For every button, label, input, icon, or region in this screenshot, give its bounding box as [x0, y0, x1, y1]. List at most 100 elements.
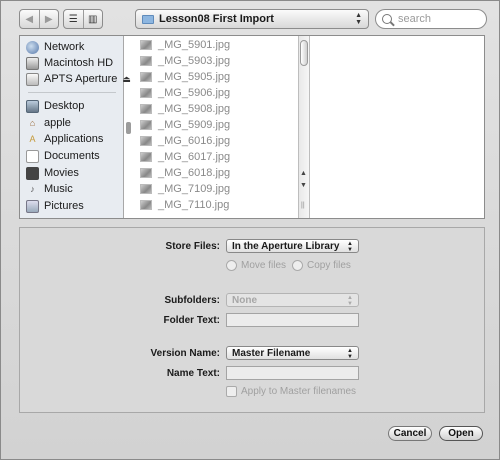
image-thumbnail-icon — [140, 72, 152, 82]
back-arrow-icon: ◀ — [25, 13, 34, 25]
list-item[interactable]: _MG_6018.jpg — [140, 165, 230, 181]
image-thumbnail-icon — [140, 168, 152, 178]
checkbox-icon — [226, 386, 237, 397]
file-name: _MG_5905.jpg — [158, 71, 231, 83]
scrollbar-thumb[interactable] — [300, 40, 308, 66]
sidebar-item-desktop[interactable]: Desktop — [26, 98, 84, 114]
copy-files-radio[interactable]: Copy files — [292, 260, 351, 271]
file-name: _MG_6018.jpg — [158, 167, 231, 179]
file-name: _MG_5909.jpg — [158, 119, 231, 131]
version-name-value: Master Filename — [232, 347, 311, 359]
sidebar-item-apple[interactable]: ⌂ apple — [26, 115, 71, 131]
radio-icon — [226, 260, 237, 271]
file-name: _MG_7109.jpg — [158, 183, 231, 195]
store-files-value: In the Aperture Library — [232, 240, 340, 252]
popup-arrows-icon: ▲ ▼ — [355, 12, 362, 26]
image-thumbnail-icon — [140, 56, 152, 66]
folder-text-label: Folder Text: — [163, 315, 220, 326]
sidebar-item-label: Documents — [44, 150, 100, 162]
sidebar-item-macintosh-hd[interactable]: Macintosh HD — [26, 55, 113, 71]
cancel-button[interactable]: Cancel — [388, 426, 432, 441]
version-name-popup[interactable]: Master Filename ▲ ▼ — [226, 346, 359, 360]
toolbar: ◀ ▶ ☰ ▥ Lesson08 First Import ▲ ▼ — [1, 1, 500, 35]
search-icon — [382, 14, 392, 24]
subfolders-popup[interactable]: None ▲ ▼ — [226, 293, 359, 307]
back-forward-control: ◀ ▶ — [19, 9, 59, 29]
image-thumbnail-icon — [140, 120, 152, 130]
list-item[interactable]: _MG_6017.jpg — [140, 149, 230, 165]
sidebar-item-pictures[interactable]: Pictures — [26, 198, 84, 214]
network-icon — [26, 40, 39, 54]
list-item[interactable]: _MG_6016.jpg — [140, 133, 230, 149]
sidebar-item-label: apple — [44, 117, 71, 129]
external-drive-icon — [26, 72, 39, 86]
sidebar-item-label: Movies — [44, 167, 79, 179]
list-item[interactable]: _MG_5908.jpg — [140, 101, 230, 117]
scroll-up-icon[interactable]: ▲ — [300, 170, 307, 177]
apply-to-master-label: Apply to Master filenames — [241, 386, 357, 397]
sidebar-item-applications[interactable]: A Applications — [26, 131, 103, 147]
sidebar: Network Macintosh HD APTS Aperture ⏏ Des… — [20, 36, 131, 218]
list-item[interactable]: _MG_5905.jpg — [140, 69, 230, 85]
sidebar-item-network[interactable]: Network — [26, 39, 84, 55]
sidebar-item-music[interactable]: ♪ Music — [26, 181, 73, 197]
apply-to-master-checkbox[interactable]: Apply to Master filenames — [226, 386, 356, 397]
list-item[interactable]: _MG_5903.jpg — [140, 53, 230, 69]
list-item[interactable]: _MG_5906.jpg — [140, 85, 230, 101]
column-view-button[interactable]: ▥ — [82, 10, 103, 28]
home-icon: ⌂ — [29, 118, 36, 128]
list-view-button[interactable]: ☰ — [64, 10, 83, 28]
scroll-down-icon[interactable]: ▼ — [300, 182, 307, 189]
name-text-label: Name Text: — [166, 368, 220, 379]
sidebar-item-documents[interactable]: Documents — [26, 148, 100, 164]
move-files-radio[interactable]: Move files — [226, 260, 286, 271]
documents-icon — [26, 149, 39, 163]
movies-icon — [26, 166, 39, 180]
image-thumbnail-icon — [140, 184, 152, 194]
file-name: _MG_5908.jpg — [158, 103, 231, 115]
column-view-icon: ▥ — [88, 13, 98, 25]
list-view-icon: ☰ — [68, 13, 78, 25]
applications-icon: A — [29, 134, 36, 144]
folder-text-field[interactable] — [226, 313, 359, 327]
list-item[interactable]: _MG_7109.jpg — [140, 181, 230, 197]
sidebar-item-movies[interactable]: Movies — [26, 165, 79, 181]
file-name: _MG_5903.jpg — [158, 55, 231, 67]
copy-files-label: Copy files — [307, 260, 351, 271]
sidebar-resize-handle[interactable] — [126, 122, 131, 134]
name-text-field[interactable] — [226, 366, 359, 380]
search-field[interactable] — [375, 9, 487, 29]
import-options-panel: Store Files: In the Aperture Library ▲ ▼ … — [19, 227, 485, 413]
store-files-popup[interactable]: In the Aperture Library ▲ ▼ — [226, 239, 359, 253]
sidebar-item-apts-aperture[interactable]: APTS Aperture ⏏ — [26, 71, 131, 87]
list-item[interactable]: _MG_7110.jpg — [140, 197, 229, 213]
sidebar-item-label: Pictures — [44, 200, 84, 212]
image-thumbnail-icon — [140, 200, 152, 210]
path-popup[interactable]: Lesson08 First Import ▲ ▼ — [135, 9, 369, 29]
forward-arrow-icon: ▶ — [44, 13, 53, 25]
back-button[interactable]: ◀ — [20, 10, 39, 28]
path-label: Lesson08 First Import — [159, 13, 274, 25]
sidebar-item-label: Music — [44, 183, 73, 195]
sidebar-item-label: Macintosh HD — [44, 57, 114, 69]
popup-arrows-icon: ▲ ▼ — [347, 241, 353, 253]
sidebar-divider — [28, 92, 116, 93]
search-input[interactable] — [398, 13, 478, 25]
popup-arrows-icon: ▲ ▼ — [347, 348, 353, 360]
list-item[interactable]: _MG_5901.jpg — [140, 37, 230, 53]
view-mode-control: ☰ ▥ — [63, 9, 103, 29]
hard-drive-icon — [26, 56, 39, 70]
sidebar-item-label: Desktop — [44, 100, 85, 112]
list-item[interactable]: _MG_5909.jpg — [140, 117, 230, 133]
subfolders-value: None — [232, 294, 257, 306]
eject-icon[interactable]: ⏏ — [122, 74, 131, 85]
folder-icon — [142, 14, 154, 24]
column-resize-icon[interactable]: || — [301, 202, 305, 209]
preview-column — [312, 36, 484, 218]
open-button[interactable]: Open — [439, 426, 483, 441]
image-thumbnail-icon — [140, 40, 152, 50]
forward-button[interactable]: ▶ — [38, 10, 59, 28]
image-thumbnail-icon — [140, 152, 152, 162]
sidebar-item-label: Applications — [44, 133, 104, 145]
file-list-scrollbar[interactable]: ▲ ▼ || — [298, 36, 310, 218]
